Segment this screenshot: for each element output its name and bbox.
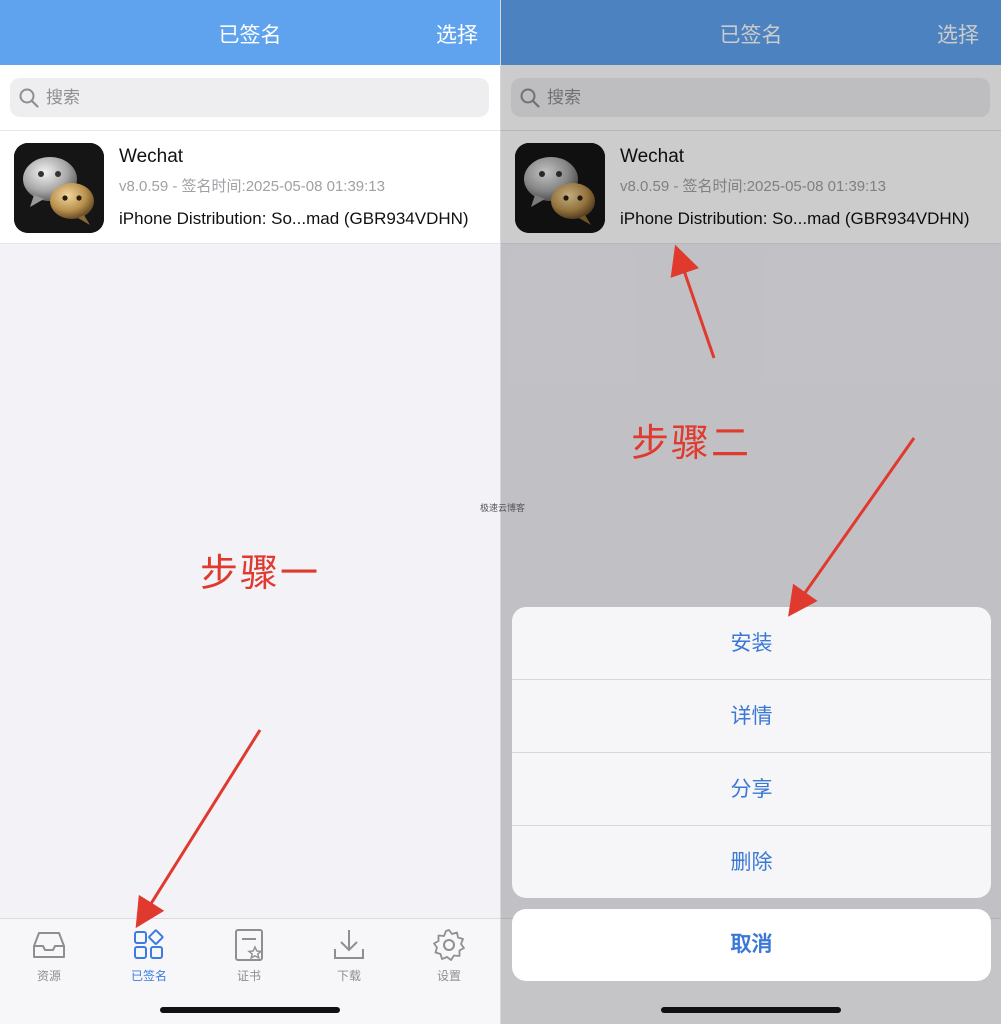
tab-label: 下载 <box>336 969 361 983</box>
app-certificate: iPhone Distribution: So...mad (GBR934VDH… <box>119 209 469 228</box>
search-icon <box>19 88 39 108</box>
app-version-sign-time: v8.0.59 - 签名时间:2025-05-08 01:39:13 <box>119 178 385 195</box>
tab-certificates[interactable]: 证书 <box>214 927 284 984</box>
gear-icon <box>433 929 465 961</box>
tab-label: 资源 <box>36 969 61 983</box>
action-sheet: 安装 详情 分享 删除 <box>512 607 991 898</box>
tab-settings[interactable]: 设置 <box>414 927 484 984</box>
details-button[interactable]: 详情 <box>512 680 991 753</box>
tab-label: 证书 <box>236 969 261 983</box>
signed-app-row[interactable]: Wechat v8.0.59 - 签名时间:2025-05-08 01:39:1… <box>0 130 500 244</box>
delete-button[interactable]: 删除 <box>512 826 991 898</box>
grid-icon <box>134 929 164 959</box>
install-button[interactable]: 安装 <box>512 607 991 680</box>
home-indicator <box>160 1007 340 1013</box>
share-button[interactable]: 分享 <box>512 753 991 826</box>
screen-step-one: 已签名 选择 搜索 Wechat v8.0.59 - 签名时间:2025-05-… <box>0 0 500 1024</box>
search-placeholder: 搜索 <box>46 88 80 107</box>
home-indicator <box>661 1007 841 1013</box>
step-two-annotation: 步骤二 <box>631 423 752 465</box>
inbox-icon <box>33 932 65 958</box>
step-one-annotation: 步骤一 <box>200 553 321 595</box>
search-input[interactable]: 搜索 <box>10 78 489 117</box>
navigation-bar: 已签名 选择 <box>0 0 500 65</box>
tab-label: 设置 <box>436 969 461 983</box>
tab-signed[interactable]: 已签名 <box>114 927 184 984</box>
search-area: 搜索 <box>0 65 500 130</box>
cancel-button[interactable]: 取消 <box>512 909 991 981</box>
screen-step-two: 已签名 选择 搜索 Wechat v8.0.59 - 签名时间:2025-05-… <box>501 0 1001 1024</box>
watermark: 极速云博客 <box>480 503 526 513</box>
select-button[interactable]: 选择 <box>436 0 478 65</box>
download-icon <box>334 930 364 959</box>
tab-resources[interactable]: 资源 <box>14 927 84 984</box>
tab-label: 已签名 <box>130 969 167 983</box>
page-title: 已签名 <box>218 24 282 47</box>
wechat-app-icon <box>14 143 104 233</box>
certificate-icon <box>235 929 263 961</box>
tab-downloads[interactable]: 下载 <box>314 927 384 984</box>
app-name: Wechat <box>119 146 184 167</box>
